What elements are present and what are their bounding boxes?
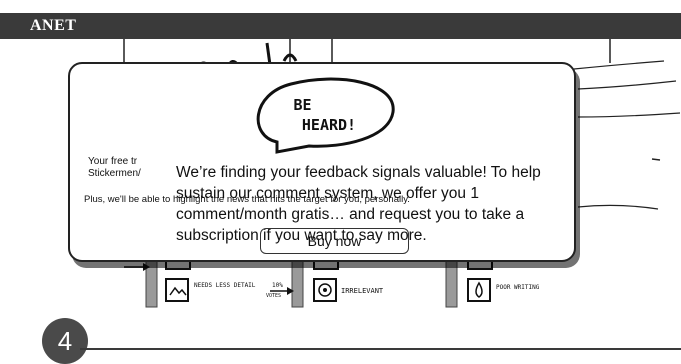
step-divider xyxy=(80,348,681,350)
step-number-badge: 4 xyxy=(42,318,88,364)
needs-less-detail-icon xyxy=(165,278,189,302)
votes-label: VOTES xyxy=(266,293,281,299)
top-banner: ANET xyxy=(0,13,681,39)
poor-writing-icon xyxy=(467,278,491,302)
brand-label: ANET xyxy=(30,17,77,34)
subscription-modal: BE HEARD! Your free tr Stickermen/ Plus,… xyxy=(68,62,576,262)
vote-count: 10% xyxy=(272,282,283,289)
needs-less-detail-label: NEEDS LESS DETAIL xyxy=(194,282,256,289)
teaser-line-2: Stickermen/ xyxy=(88,168,141,179)
irrelevant-label: IRRELEVANT xyxy=(341,287,384,295)
buy-now-button[interactable]: Buy now xyxy=(260,228,409,254)
teaser-line-1: Your free tr xyxy=(88,156,138,167)
be-heard-speech-bubble: BE HEARD! xyxy=(256,77,395,154)
poor-writing-label: POOR WRITING xyxy=(496,284,540,291)
irrelevant-icon xyxy=(313,278,337,302)
